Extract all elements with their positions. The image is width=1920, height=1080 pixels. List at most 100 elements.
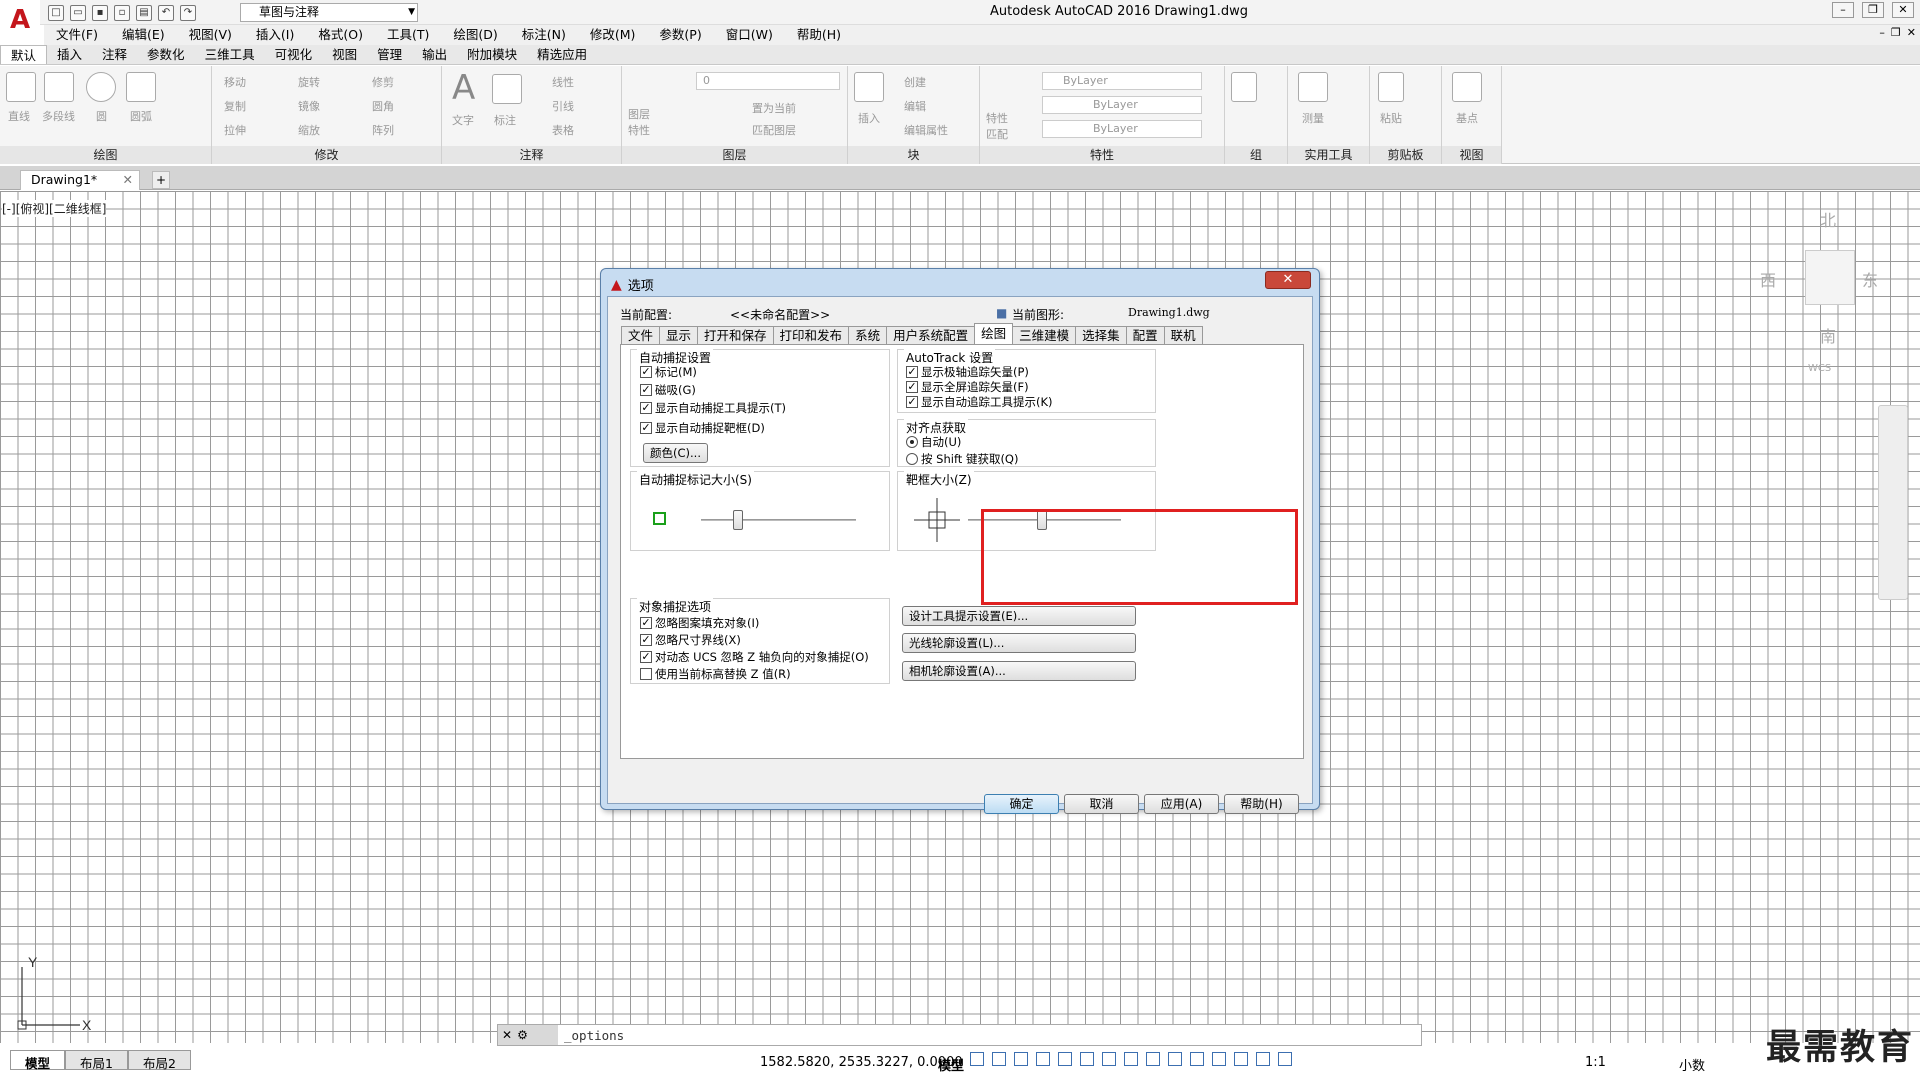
menu-parametric[interactable]: 参数(P) — [647, 25, 713, 45]
cameras-glyph-settings-button[interactable]: 相机轮廓设置(A)... — [902, 661, 1136, 681]
tool-stretch[interactable]: 拉伸 — [224, 122, 246, 138]
panel-title-clipboard[interactable]: 剪贴板 — [1370, 146, 1441, 164]
text-icon[interactable]: A — [452, 68, 475, 108]
menu-help[interactable]: 帮助(H) — [785, 25, 853, 45]
tool-linear[interactable]: 线性 — [552, 74, 574, 90]
ribbon-tab-parametric[interactable]: 参数化 — [137, 45, 195, 64]
panel-title-block[interactable]: 块 — [848, 146, 979, 164]
tab-layout1[interactable]: 布局1 — [65, 1050, 128, 1071]
selection-filter-icon[interactable] — [1212, 1052, 1226, 1066]
tool-edit[interactable]: 编辑 — [904, 98, 926, 114]
checkbox-ignore-negative-z[interactable]: ✓ — [640, 651, 652, 663]
group-icon[interactable] — [1231, 72, 1257, 102]
marker-size-slider[interactable] — [732, 510, 743, 530]
restore-button[interactable]: ❐ — [1862, 2, 1884, 18]
replace-z-checkbox[interactable]: 使用当前标高替换 Z 值(R) — [640, 666, 791, 682]
cancel-button[interactable]: 取消 — [1064, 794, 1139, 814]
polar-icon[interactable] — [1036, 1052, 1050, 1066]
marker-size-track[interactable] — [701, 519, 856, 521]
ribbon-tab-home[interactable]: 默认 — [0, 45, 48, 64]
selection-cycling-icon[interactable] — [1146, 1052, 1160, 1066]
paste-icon[interactable] — [1378, 72, 1404, 102]
help-button[interactable]: 帮助(H) — [1224, 794, 1299, 814]
tool-match-properties[interactable]: 特性匹配 — [986, 110, 1016, 142]
checkbox-aperture-box[interactable]: ✓ — [640, 422, 652, 434]
lineweight-select[interactable]: ByLayer — [1042, 120, 1202, 138]
ribbon-tab-featured[interactable]: 精选应用 — [527, 45, 597, 64]
ortho-icon[interactable] — [1014, 1052, 1028, 1066]
line-icon[interactable] — [6, 72, 36, 102]
ribbon-tab-3d-tools[interactable]: 三维工具 — [195, 45, 265, 64]
apply-button[interactable]: 应用(A) — [1144, 794, 1219, 814]
checkbox-fullscreen-vector[interactable]: ✓ — [906, 381, 918, 393]
autotrack-tooltip-checkbox[interactable]: ✓ 显示自动追踪工具提示(K) — [906, 394, 1053, 410]
viewcube-south[interactable]: 南 — [1820, 323, 1836, 347]
annotation-scale[interactable]: 1:1 — [1585, 1055, 1606, 1070]
tool-polyline[interactable]: 多段线 — [42, 108, 75, 124]
auto-radio[interactable]: 自动(U) — [906, 434, 961, 450]
new-tab-button[interactable]: + — [152, 171, 170, 189]
panel-title-group[interactable]: 组 — [1225, 146, 1287, 164]
dialog-close-button[interactable]: ✕ — [1265, 271, 1311, 289]
tool-copy[interactable]: 复制 — [224, 98, 246, 114]
menu-view[interactable]: 视图(V) — [177, 25, 244, 45]
tool-text[interactable]: 文字 — [452, 112, 474, 128]
linetype-select[interactable]: ByLayer — [1042, 96, 1202, 114]
doc-close-button[interactable]: ✕ — [1907, 26, 1916, 39]
save-as-icon[interactable]: ▫ — [114, 5, 130, 21]
tool-circle[interactable]: 圆 — [96, 108, 107, 124]
ribbon-tab-insert[interactable]: 插入 — [47, 45, 92, 64]
checkbox-replace-z[interactable] — [640, 668, 652, 680]
dynamic-ucs-icon[interactable] — [1190, 1052, 1204, 1066]
save-icon[interactable]: ▪ — [92, 5, 108, 21]
autocad-logo-icon[interactable]: A — [0, 0, 40, 40]
doc-minimize-button[interactable]: – — [1879, 26, 1885, 39]
tab-online[interactable]: 联机 — [1163, 326, 1203, 344]
tool-edit-attributes[interactable]: 编辑属性 — [904, 122, 948, 138]
tool-leader[interactable]: 引线 — [552, 98, 574, 114]
ribbon-tab-annotate[interactable]: 注释 — [92, 45, 137, 64]
checkbox-marker[interactable]: ✓ — [640, 366, 652, 378]
osnap-icon[interactable] — [1058, 1052, 1072, 1066]
tab-selection[interactable]: 选择集 — [1075, 326, 1127, 344]
model-space-button[interactable]: 模型 — [938, 1055, 964, 1074]
cursor-coordinates[interactable]: 1582.5820, 2535.3227, 0.0000 — [760, 1055, 963, 1070]
marker-checkbox[interactable]: ✓ 标记(M) — [640, 364, 697, 380]
panel-title-modify[interactable]: 修改 — [212, 146, 441, 164]
document-tab[interactable]: Drawing1* ✕ — [20, 170, 140, 190]
close-command-icon[interactable]: ✕ — [502, 1028, 512, 1042]
polar-vector-checkbox[interactable]: ✓ 显示极轴追踪矢量(P) — [906, 364, 1029, 380]
panel-title-utilities[interactable]: 实用工具 — [1288, 146, 1369, 164]
tool-trim[interactable]: 修剪 — [372, 74, 394, 90]
lineweight-icon[interactable] — [1102, 1052, 1116, 1066]
command-line[interactable]: ✕ ⚙ _options — [497, 1024, 1422, 1046]
tool-scale[interactable]: 缩放 — [298, 122, 320, 138]
viewcube[interactable]: 北 南 西 东 WCS — [1760, 205, 1880, 385]
3d-osnap-icon[interactable] — [1168, 1052, 1182, 1066]
base-point-icon[interactable] — [1452, 72, 1482, 102]
undo-icon[interactable]: ↶ — [158, 5, 174, 21]
tab-user-preferences[interactable]: 用户系统配置 — [886, 326, 976, 344]
transparency-icon[interactable] — [1124, 1052, 1138, 1066]
checkbox-magnet[interactable]: ✓ — [640, 384, 652, 396]
menu-format[interactable]: 格式(O) — [306, 25, 375, 45]
ribbon-tab-manage[interactable]: 管理 — [367, 45, 412, 64]
units-setting[interactable]: 小数 — [1679, 1055, 1705, 1074]
tool-arc[interactable]: 圆弧 — [130, 108, 152, 124]
tool-move[interactable]: 移动 — [224, 74, 246, 90]
tool-insert[interactable]: 插入 — [858, 110, 880, 126]
ribbon-tab-view[interactable]: 视图 — [322, 45, 367, 64]
menu-edit[interactable]: 编辑(E) — [110, 25, 177, 45]
tab-layout2[interactable]: 布局2 — [127, 1050, 191, 1071]
menu-draw[interactable]: 绘图(D) — [441, 25, 509, 45]
fullscreen-vector-checkbox[interactable]: ✓ 显示全屏追踪矢量(F) — [906, 379, 1029, 395]
viewcube-west[interactable]: 西 — [1760, 267, 1776, 291]
close-window-button[interactable]: ✕ — [1892, 2, 1914, 18]
tab-drafting[interactable]: 绘图 — [974, 323, 1014, 344]
checkbox-polar-vector[interactable]: ✓ — [906, 366, 918, 378]
tool-set-current[interactable]: 置为当前 — [752, 100, 796, 116]
checkbox-autotrack-tooltip[interactable]: ✓ — [906, 396, 918, 408]
tab-profiles[interactable]: 配置 — [1125, 326, 1165, 344]
customize-command-icon[interactable]: ⚙ — [517, 1028, 528, 1042]
tool-layer-properties[interactable]: 图层特性 — [628, 106, 658, 138]
